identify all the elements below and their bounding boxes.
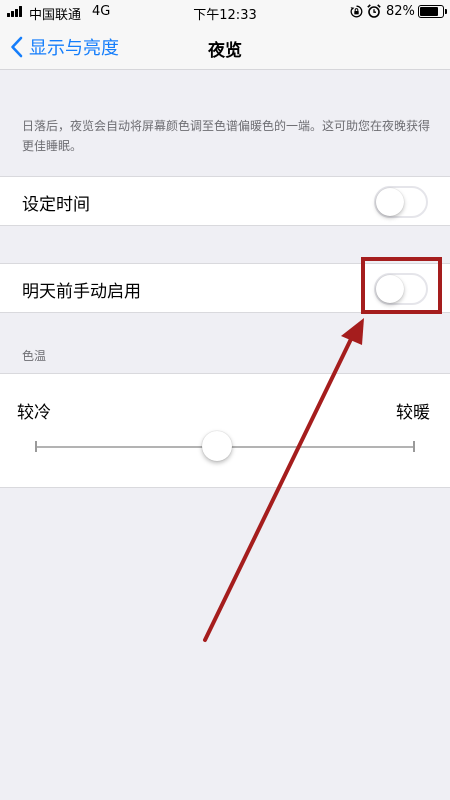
manual-enable-label: 明天前手动启用: [22, 282, 141, 302]
slider-min-tick: [35, 441, 37, 452]
battery-level: [420, 7, 438, 16]
slider-max-tick: [413, 441, 415, 452]
battery-icon: [418, 5, 447, 18]
scheduled-toggle[interactable]: [374, 186, 428, 218]
more-warm-label: 较暖: [396, 403, 430, 423]
slider-thumb[interactable]: [202, 431, 232, 461]
scheduled-row: 设定时间: [0, 176, 450, 226]
color-temperature-header: 色温: [22, 349, 47, 363]
orientation-lock-icon: [350, 5, 363, 18]
battery-percentage: 82%: [386, 4, 415, 19]
toggle-knob: [376, 188, 404, 216]
navigation-bar: 显示与亮度 夜览: [0, 24, 450, 70]
status-bar: 中国联通 4G 下午12:33 82%: [0, 0, 450, 24]
page-title: 夜览: [208, 41, 242, 61]
scheduled-label: 设定时间: [22, 195, 90, 215]
night-shift-description: 日落后，夜览会自动将屏幕颜色调至色谱偏暖色的一端。这可助您在夜晚获得更佳睡眠。: [22, 119, 431, 153]
alarm-icon: [367, 4, 381, 18]
highlight-box: [361, 257, 442, 314]
status-time: 下午12:33: [193, 8, 257, 23]
less-warm-label: 较冷: [17, 403, 51, 423]
color-temperature-group: [0, 373, 450, 488]
